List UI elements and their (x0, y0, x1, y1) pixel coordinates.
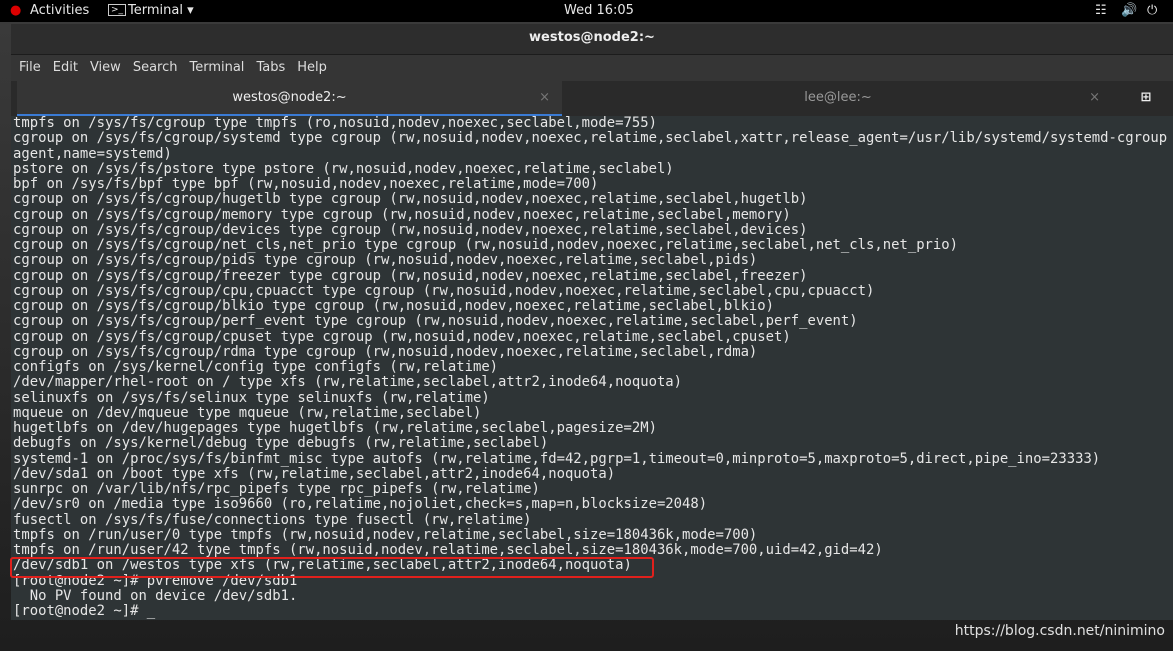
terminal-line: tmpfs on /run/user/42 type tmpfs (rw,nos… (13, 542, 883, 558)
app-menu-label: Terminal (128, 3, 183, 18)
terminal-line: No PV found on device /dev/sdb1. (13, 587, 298, 604)
terminal-line: systemd-1 on /proc/sys/fs/binfmt_misc ty… (13, 450, 1101, 467)
menu-bar: File Edit View Search Terminal Tabs Help (11, 55, 1173, 81)
terminal-line: cgroup on /sys/fs/cgroup/blkio type cgro… (13, 298, 775, 314)
menu-file[interactable]: File (19, 60, 41, 75)
terminal-line: debugfs on /sys/kernel/debug type debugf… (13, 435, 549, 452)
terminal-line: agent,name=systemd) (13, 145, 172, 162)
terminal-line: cgroup on /sys/fs/cgroup/pids type cgrou… (13, 252, 758, 269)
terminal-line: cgroup on /sys/fs/cgroup/freezer type cg… (13, 267, 808, 284)
tab-bar: westos@node2:~ × lee@lee:~ × ⊞ (11, 81, 1173, 117)
top-bar: ● Activities >_ Terminal ▾ Wed 16:05 ☷ 🔊… (0, 0, 1173, 22)
highlight-box (10, 557, 654, 578)
terminal-line: tmpfs on /sys/fs/cgroup type tmpfs (ro,n… (13, 116, 657, 131)
menu-search[interactable]: Search (133, 60, 178, 75)
terminal-line: cgroup on /sys/fs/cgroup/systemd type cg… (13, 130, 1168, 147)
terminal-line: cgroup on /sys/fs/cgroup/net_cls,net_pri… (13, 237, 959, 253)
volume-icon[interactable]: 🔊 (1121, 3, 1137, 18)
terminal-line: bpf on /sys/fs/bpf type bpf (rw,nosuid,n… (13, 176, 599, 192)
terminal-line: tmpfs on /run/user/0 type tmpfs (rw,nosu… (13, 526, 758, 543)
terminal-line: /dev/mapper/rhel-root on / type xfs (rw,… (13, 374, 683, 391)
terminal-line: cgroup on /sys/fs/cgroup/hugetlb type cg… (13, 191, 808, 208)
app-menu-button[interactable]: Terminal ▾ (128, 3, 194, 18)
terminal-line: fusectl on /sys/fs/fuse/connections type… (13, 511, 532, 528)
tab-label: westos@node2:~ (232, 90, 347, 105)
terminal-line: configfs on /sys/kernel/config type conf… (13, 359, 499, 375)
terminal-line: mqueue on /dev/mqueue type mqueue (rw,re… (13, 404, 482, 421)
terminal-line: cgroup on /sys/fs/cgroup/devices type cg… (13, 221, 808, 238)
menu-edit[interactable]: Edit (53, 60, 78, 75)
activities-button[interactable]: Activities (30, 3, 89, 18)
terminal-line: pstore on /sys/fs/pstore type pstore (rw… (13, 160, 674, 177)
terminal-line: cgroup on /sys/fs/cgroup/cpuset type cgr… (13, 328, 791, 345)
terminal-line: cgroup on /sys/fs/cgroup/rdma type cgrou… (13, 343, 758, 360)
tab-label: lee@lee:~ (804, 90, 872, 105)
terminal-line: cgroup on /sys/fs/cgroup/cpu,cpuacct typ… (13, 282, 875, 299)
redhat-logo-icon: ● (10, 3, 22, 18)
menu-terminal[interactable]: Terminal (189, 60, 244, 75)
menu-view[interactable]: View (90, 60, 121, 75)
chevron-down-icon: ▾ (187, 3, 194, 18)
terminal-window: westos@node2:~ File Edit View Search Termina… (11, 24, 1173, 620)
watermark: https://blog.csdn.net/ninimino (954, 623, 1165, 639)
terminal-line: cgroup on /sys/fs/cgroup/perf_event type… (13, 313, 858, 330)
window-title: westos@node2:~ (11, 24, 1173, 55)
clock[interactable]: Wed 16:05 (564, 3, 634, 18)
power-icon[interactable]: ⏻ (1147, 3, 1157, 18)
terminal-line: hugetlbfs on /dev/hugepages type hugetlb… (13, 420, 657, 436)
terminal-output[interactable]: tmpfs on /sys/fs/cgroup type tmpfs (ro,n… (11, 116, 1173, 620)
close-tab-icon[interactable]: × (1089, 81, 1100, 115)
tab-lee-lee[interactable]: lee@lee:~ × (564, 81, 1112, 117)
terminal-app-icon: >_ (108, 4, 127, 16)
terminal-line: [root@node2 ~]# _ (13, 603, 156, 619)
new-tab-icon[interactable]: ⊞ (1131, 81, 1161, 117)
tab-westos-node2[interactable]: westos@node2:~ × (17, 81, 562, 117)
terminal-line: /dev/sr0 on /media type iso9660 (ro,rela… (13, 496, 708, 513)
terminal-line: sunrpc on /var/lib/nfs/rpc_pipefs type r… (13, 481, 540, 497)
terminal-line: selinuxfs on /sys/fs/selinux type selinu… (13, 389, 490, 406)
network-icon[interactable]: ☷ (1095, 3, 1107, 18)
menu-tabs[interactable]: Tabs (256, 60, 285, 75)
close-tab-icon[interactable]: × (539, 81, 550, 115)
menu-help[interactable]: Help (297, 60, 327, 75)
terminal-line: cgroup on /sys/fs/cgroup/memory type cgr… (13, 206, 791, 223)
terminal-line: /dev/sda1 on /boot type xfs (rw,relatime… (13, 465, 616, 482)
